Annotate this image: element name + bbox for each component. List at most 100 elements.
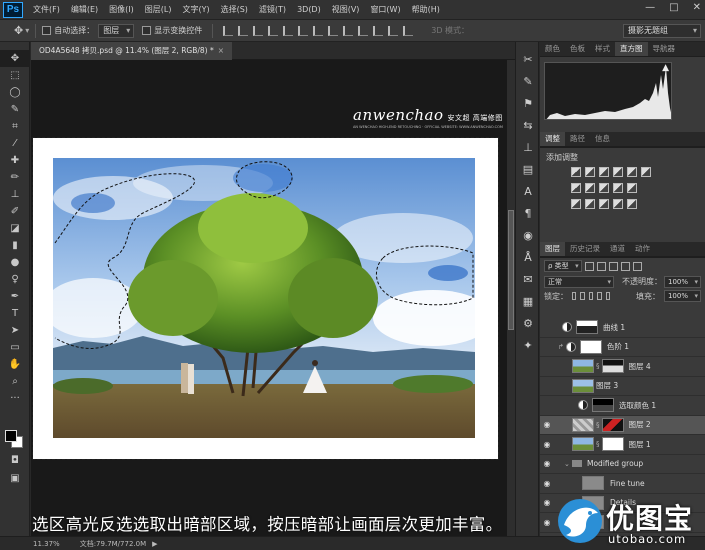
tab-styles[interactable]: 样式 — [590, 42, 615, 56]
properties-icon[interactable]: ⚙ — [516, 312, 540, 334]
shape-tool[interactable]: ▭ — [0, 339, 30, 356]
layer-thumb[interactable] — [582, 476, 604, 491]
align-right-icon[interactable] — [298, 25, 309, 36]
tools-options-icon[interactable]: ✂ — [516, 48, 540, 70]
adjustments-icon[interactable]: ⇆ — [516, 114, 540, 136]
libraries-icon[interactable]: ▦ — [516, 290, 540, 312]
crop-tool[interactable]: ⌗ — [0, 118, 30, 135]
selective-color-icon[interactable] — [613, 199, 623, 209]
menu-select[interactable]: 选择(S) — [221, 4, 248, 15]
menu-type[interactable]: 文字(Y) — [182, 4, 209, 15]
menu-3d[interactable]: 3D(D) — [297, 5, 321, 14]
opacity-input[interactable]: 100% — [664, 275, 702, 288]
eye-icon[interactable]: ◉ — [540, 440, 554, 449]
layer-row-layer-2[interactable]: ◉ § 图层 2 — [540, 415, 705, 435]
invert-icon[interactable] — [571, 199, 581, 209]
fill-input[interactable]: 100% — [663, 290, 701, 302]
eye-icon[interactable]: ◉ — [540, 342, 554, 351]
tab-actions[interactable]: 动作 — [630, 242, 655, 256]
tab-navigator[interactable]: 导航器 — [648, 42, 681, 56]
eye-icon[interactable]: ◉ — [540, 401, 554, 410]
timeline-icon[interactable]: ✦ — [516, 334, 540, 356]
blend-mode-dropdown[interactable]: 正常 — [544, 275, 614, 288]
distribute-hcenter-icon[interactable] — [373, 25, 384, 36]
scrollbar-thumb[interactable] — [508, 210, 514, 330]
align-hcenter-icon[interactable] — [283, 25, 294, 36]
zoom-level[interactable]: 11.37% — [33, 540, 60, 548]
layer-row-fine-tune[interactable]: ◉ Fine tune — [540, 474, 705, 494]
marquee-tool[interactable]: ⬚ — [0, 67, 30, 84]
lock-artboard-icon[interactable] — [597, 292, 602, 300]
close-icon[interactable]: × — [218, 46, 224, 55]
hand-tool[interactable]: ✋ — [0, 356, 30, 373]
dodge-tool[interactable]: ♀ — [0, 271, 30, 288]
layer-mask-thumb[interactable] — [601, 359, 624, 374]
eraser-tool[interactable]: ◪ — [0, 220, 30, 237]
brush-tool[interactable]: ✏ — [0, 169, 30, 186]
layer-row-curves-1[interactable]: ◉ 曲线 1 — [540, 318, 705, 338]
distribute-vcenter-icon[interactable] — [328, 25, 339, 36]
maximize-button[interactable]: □ — [669, 2, 678, 13]
healing-tool[interactable]: ✚ — [0, 152, 30, 169]
layer-row-layer-4[interactable]: ◉ § 图层 4 — [540, 357, 705, 377]
eye-icon[interactable]: ◉ — [540, 362, 554, 371]
layer-thumb[interactable] — [572, 437, 594, 452]
layer-thumb[interactable] — [572, 378, 594, 393]
paragraph-icon[interactable]: ¶ — [516, 202, 540, 224]
hue-saturation-icon[interactable] — [641, 167, 651, 177]
align-left-icon[interactable] — [268, 25, 279, 36]
canvas-vertical-scrollbar[interactable] — [507, 60, 515, 536]
move-tool-icon[interactable]: ✥ — [14, 24, 23, 37]
menu-image[interactable]: 图像(I) — [109, 4, 134, 15]
align-vcenter-icon[interactable] — [238, 25, 249, 36]
vibrance-icon[interactable] — [627, 167, 637, 177]
eye-icon[interactable]: ◉ — [540, 498, 554, 507]
eye-icon[interactable]: ◉ — [540, 420, 554, 429]
tool-preset-dropdown-icon[interactable]: ▾ — [25, 26, 29, 35]
distribute-right-icon[interactable] — [388, 25, 399, 36]
posterize-icon[interactable] — [585, 199, 595, 209]
minimize-button[interactable]: — — [645, 2, 655, 13]
eye-icon[interactable]: ◉ — [540, 323, 554, 332]
color-balance-icon[interactable] — [571, 183, 581, 193]
layer-mask-thumb[interactable] — [579, 339, 602, 354]
quick-select-tool[interactable]: ✎ — [0, 101, 30, 118]
color-lookup-icon[interactable] — [627, 183, 637, 193]
layer-thumb[interactable] — [572, 417, 594, 432]
clone-stamp-tool[interactable]: ⊥ — [0, 186, 30, 203]
lock-transparency-icon[interactable] — [572, 292, 577, 300]
layer-row-levels-1[interactable]: ◉ ↱ 色阶 1 — [540, 338, 705, 357]
lock-position-icon[interactable] — [588, 292, 594, 300]
glyphs-icon[interactable]: Å — [516, 246, 540, 268]
layer-group-modified[interactable]: ◉ ⌄ Modified group — [540, 455, 705, 474]
menu-help[interactable]: 帮助(H) — [412, 4, 440, 15]
close-window-button[interactable]: ✕ — [693, 2, 701, 13]
lock-pixels-icon[interactable] — [580, 292, 585, 300]
document-canvas[interactable] — [32, 137, 499, 460]
menu-window[interactable]: 窗口(W) — [370, 4, 400, 15]
menu-edit[interactable]: 编辑(E) — [71, 4, 98, 15]
chevron-down-icon[interactable]: ⌄ — [564, 460, 572, 468]
curves-icon[interactable] — [599, 167, 609, 177]
layer-mask-thumb[interactable] — [601, 437, 624, 452]
document-tab[interactable]: OD4A5648 拷贝.psd @ 11.4% (图层 2, RGB/8) * × — [31, 42, 233, 60]
brush-preset-icon[interactable]: ⚑ — [516, 92, 540, 114]
gradient-tool[interactable]: ▮ — [0, 237, 30, 254]
tab-histogram[interactable]: 直方图 — [615, 42, 648, 56]
blur-tool[interactable]: ● — [0, 254, 30, 271]
tab-color[interactable]: 颜色 — [540, 42, 565, 56]
layer-row-layer-3[interactable]: ◉ 图层 3 — [540, 377, 705, 396]
tab-adjustments[interactable]: 调整 — [540, 132, 565, 146]
workspace-dropdown[interactable]: 摄影无题组 — [623, 24, 701, 38]
quick-mask-button[interactable]: ◘ — [0, 452, 30, 469]
auto-select-dropdown[interactable]: 图层 — [98, 23, 135, 38]
tab-swatches[interactable]: 色板 — [565, 42, 590, 56]
character-icon[interactable]: A — [516, 180, 540, 202]
foreground-color-swatch[interactable] — [5, 430, 17, 442]
warning-icon[interactable]: ▲ — [662, 63, 669, 73]
move-tool[interactable]: ✥ — [0, 50, 30, 67]
more-tools[interactable]: ··· — [0, 390, 30, 407]
brush-panel-icon[interactable]: ✎ — [516, 70, 540, 92]
layer-mask-thumb[interactable] — [576, 320, 598, 335]
layer-row-selective-color-1[interactable]: ◉ 选取颜色 1 — [540, 396, 705, 416]
